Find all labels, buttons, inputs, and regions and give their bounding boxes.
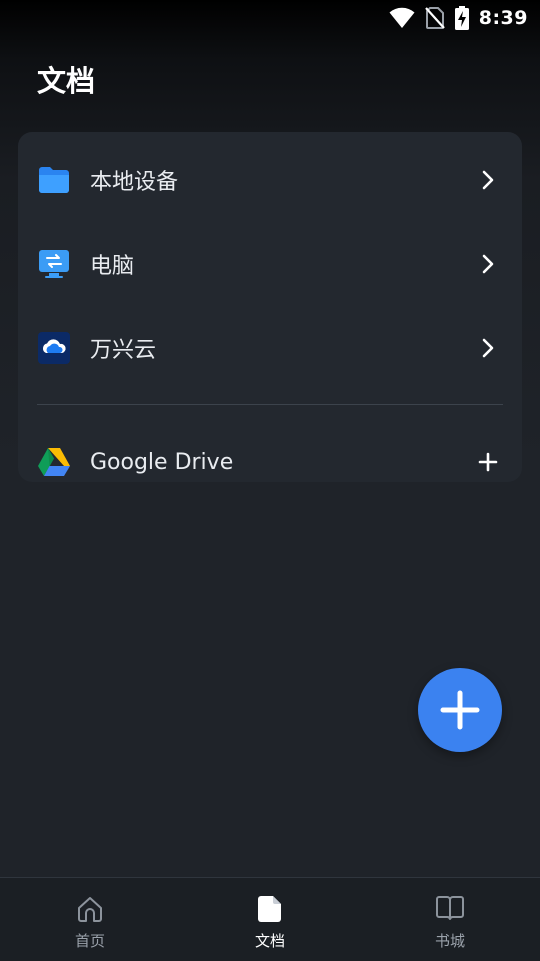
cloud-service-label: Google Drive (90, 449, 234, 475)
location-label: 本地设备 (90, 170, 179, 195)
location-row-computer[interactable]: 电脑 (18, 222, 522, 306)
add-fab-button[interactable] (418, 668, 502, 752)
bottom-navigation: 首页 文档 书城 (0, 877, 540, 961)
book-icon (435, 894, 465, 924)
nav-label: 书城 (434, 932, 465, 950)
chevron-right-icon (476, 252, 500, 276)
nav-item-bookstore[interactable]: 书城 (360, 878, 540, 961)
google-drive-icon (37, 445, 71, 479)
location-label: 电脑 (90, 254, 135, 279)
chevron-right-icon (476, 168, 500, 192)
home-icon (75, 894, 105, 924)
folder-icon (37, 163, 71, 197)
computer-transfer-icon (37, 247, 71, 281)
page-title: 文档 (37, 64, 96, 98)
storage-locations-card: 本地设备 电脑 万兴云 Google Drive (18, 132, 522, 482)
document-icon (255, 894, 285, 924)
nav-item-home[interactable]: 首页 (0, 878, 180, 961)
plus-icon[interactable] (476, 450, 500, 474)
wondershare-cloud-icon (37, 331, 71, 365)
location-row-wondershare-cloud[interactable]: 万兴云 (18, 306, 522, 390)
wifi-icon (389, 7, 415, 29)
nav-label: 文档 (254, 932, 285, 950)
nav-item-documents[interactable]: 文档 (180, 878, 360, 961)
status-time: 8:39 (478, 7, 528, 29)
plus-icon (440, 690, 480, 730)
section-divider (37, 404, 503, 405)
cloud-row-google-drive[interactable]: Google Drive (18, 420, 522, 482)
location-row-local-device[interactable]: 本地设备 (18, 138, 522, 222)
nav-label: 首页 (74, 932, 105, 950)
chevron-right-icon (476, 336, 500, 360)
location-label: 万兴云 (90, 338, 157, 363)
no-sim-icon (424, 7, 445, 29)
battery-charging-icon (454, 6, 469, 30)
status-bar: 8:39 (0, 0, 540, 36)
